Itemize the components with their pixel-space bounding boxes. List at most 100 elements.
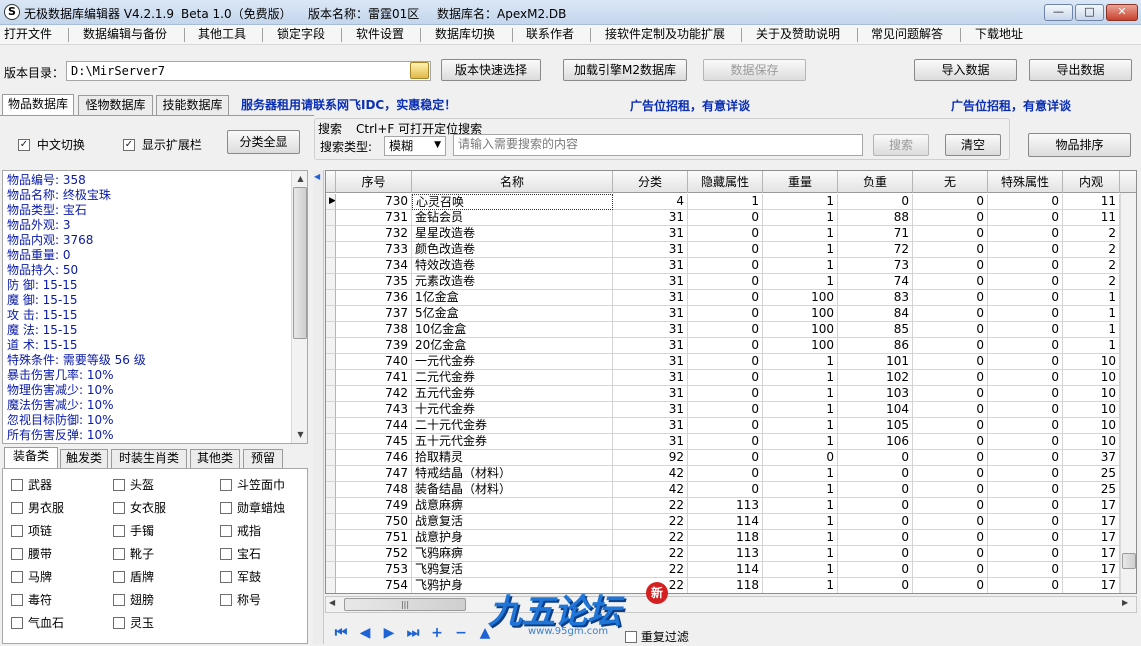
table-cell[interactable]: 0: [913, 338, 988, 354]
import-data-button[interactable]: 导入数据: [914, 59, 1017, 81]
menu-data-edit-backup[interactable]: 数据编辑与备份: [83, 25, 167, 45]
table-cell[interactable]: 747: [336, 466, 412, 482]
table-cell[interactable]: 装备结晶（材料）: [412, 482, 613, 498]
table-cell[interactable]: 42: [613, 482, 688, 498]
row-indicator[interactable]: [326, 322, 336, 338]
table-cell[interactable]: 0: [913, 466, 988, 482]
category-checkbox[interactable]: 女衣服: [113, 500, 166, 516]
row-indicator[interactable]: [326, 306, 336, 322]
table-cell[interactable]: 113: [688, 498, 763, 514]
table-cell[interactable]: 17: [1063, 530, 1120, 546]
table-cell[interactable]: 0: [838, 498, 913, 514]
table-cell[interactable]: 0: [688, 434, 763, 450]
table-cell[interactable]: 732: [336, 226, 412, 242]
column-header[interactable]: 负重: [838, 171, 913, 193]
scroll-up-icon[interactable]: ▲: [292, 171, 307, 187]
ad-banner-1[interactable]: 广告位招租，有意详谈: [630, 97, 750, 114]
table-row[interactable]: 739 20亿金盒 31 0 100 86 0 0 1: [326, 338, 1136, 354]
table-cell[interactable]: 0: [763, 450, 838, 466]
table-cell[interactable]: 17: [1063, 562, 1120, 578]
table-cell[interactable]: 42: [613, 466, 688, 482]
table-cell[interactable]: 734: [336, 258, 412, 274]
table-cell[interactable]: 0: [913, 562, 988, 578]
table-cell[interactable]: 0: [988, 306, 1063, 322]
table-cell[interactable]: 10: [1063, 386, 1120, 402]
category-checkbox[interactable]: 称号: [220, 592, 261, 608]
table-cell[interactable]: 0: [988, 258, 1063, 274]
row-indicator[interactable]: [326, 450, 336, 466]
table-cell[interactable]: 0: [688, 450, 763, 466]
menu-contact-author[interactable]: 联系作者: [526, 25, 574, 45]
table-cell[interactable]: 0: [988, 402, 1063, 418]
table-cell[interactable]: 1: [763, 402, 838, 418]
table-cell[interactable]: 100: [763, 338, 838, 354]
table-cell[interactable]: 22: [613, 498, 688, 514]
table-cell[interactable]: 730: [336, 194, 412, 210]
table-cell[interactable]: 0: [913, 514, 988, 530]
table-cell[interactable]: 0: [913, 354, 988, 370]
scroll-right-icon[interactable]: ▶: [1122, 598, 1128, 607]
table-cell[interactable]: 0: [913, 418, 988, 434]
table-cell[interactable]: 1: [1063, 290, 1120, 306]
table-cell[interactable]: 0: [913, 226, 988, 242]
table-cell[interactable]: 0: [988, 530, 1063, 546]
table-cell[interactable]: 心灵召唤: [412, 194, 613, 210]
table-cell[interactable]: 0: [988, 498, 1063, 514]
table-cell[interactable]: 0: [838, 546, 913, 562]
table-cell[interactable]: 736: [336, 290, 412, 306]
table-cell[interactable]: 0: [913, 434, 988, 450]
menu-about-sponsor[interactable]: 关于及赞助说明: [756, 25, 840, 45]
table-cell[interactable]: 92: [613, 450, 688, 466]
add-icon[interactable]: +: [428, 624, 446, 642]
column-header[interactable]: 重量: [763, 171, 838, 193]
table-cell[interactable]: 0: [988, 226, 1063, 242]
table-cell[interactable]: 84: [838, 306, 913, 322]
table-cell[interactable]: 745: [336, 434, 412, 450]
category-checkbox[interactable]: 盾牌: [113, 569, 154, 585]
table-cell[interactable]: 1: [763, 514, 838, 530]
table-cell[interactable]: 二元代金券: [412, 370, 613, 386]
table-cell[interactable]: 0: [988, 562, 1063, 578]
table-cell[interactable]: 1: [763, 546, 838, 562]
table-cell[interactable]: 十元代金券: [412, 402, 613, 418]
table-cell[interactable]: 0: [913, 530, 988, 546]
table-row[interactable]: 743 十元代金券 31 0 1 104 0 0 10: [326, 402, 1136, 418]
category-checkbox[interactable]: 手镯: [113, 523, 154, 539]
table-cell[interactable]: 0: [988, 466, 1063, 482]
tab-monster-db[interactable]: 怪物数据库: [78, 95, 153, 115]
first-icon[interactable]: ⏮: [332, 624, 350, 642]
table-cell[interactable]: 0: [988, 322, 1063, 338]
table-cell[interactable]: 0: [913, 370, 988, 386]
next-icon[interactable]: ▶: [380, 624, 398, 642]
table-cell[interactable]: 22: [613, 514, 688, 530]
grid-scrollbar[interactable]: [1120, 193, 1136, 593]
table-cell[interactable]: 金钻会员: [412, 210, 613, 226]
table-cell[interactable]: 748: [336, 482, 412, 498]
table-cell[interactable]: 飞鸦复活: [412, 562, 613, 578]
table-cell[interactable]: 战意麻痹: [412, 498, 613, 514]
table-row[interactable]: 735 元素改造卷 31 0 1 74 0 0 2: [326, 274, 1136, 290]
prev-icon[interactable]: ◀: [356, 624, 374, 642]
row-indicator[interactable]: [326, 418, 336, 434]
table-cell[interactable]: 106: [838, 434, 913, 450]
table-cell[interactable]: 754: [336, 578, 412, 593]
table-cell[interactable]: 118: [688, 530, 763, 546]
table-cell[interactable]: 100: [763, 290, 838, 306]
row-indicator[interactable]: [326, 210, 336, 226]
table-cell[interactable]: 1: [763, 354, 838, 370]
menu-lock-fields[interactable]: 锁定字段: [277, 25, 325, 45]
tab-other[interactable]: 其他类: [190, 449, 240, 468]
column-header[interactable]: 序号: [336, 171, 412, 193]
table-cell[interactable]: 746: [336, 450, 412, 466]
table-cell[interactable]: 1: [1063, 306, 1120, 322]
category-checkbox[interactable]: 勋章蜡烛: [220, 500, 285, 516]
save-data-button[interactable]: 数据保存: [703, 59, 806, 81]
table-row[interactable]: 752 飞鸦麻痹 22 113 1 0 0 0 17: [326, 546, 1136, 562]
menu-download[interactable]: 下载地址: [975, 25, 1023, 45]
table-cell[interactable]: 0: [913, 386, 988, 402]
version-dir-input[interactable]: D:\MirServer7: [66, 61, 431, 81]
table-cell[interactable]: 0: [838, 562, 913, 578]
scroll-thumb[interactable]: [293, 187, 307, 339]
category-checkbox[interactable]: 戒指: [220, 523, 261, 539]
tab-trigger[interactable]: 触发类: [60, 449, 108, 468]
